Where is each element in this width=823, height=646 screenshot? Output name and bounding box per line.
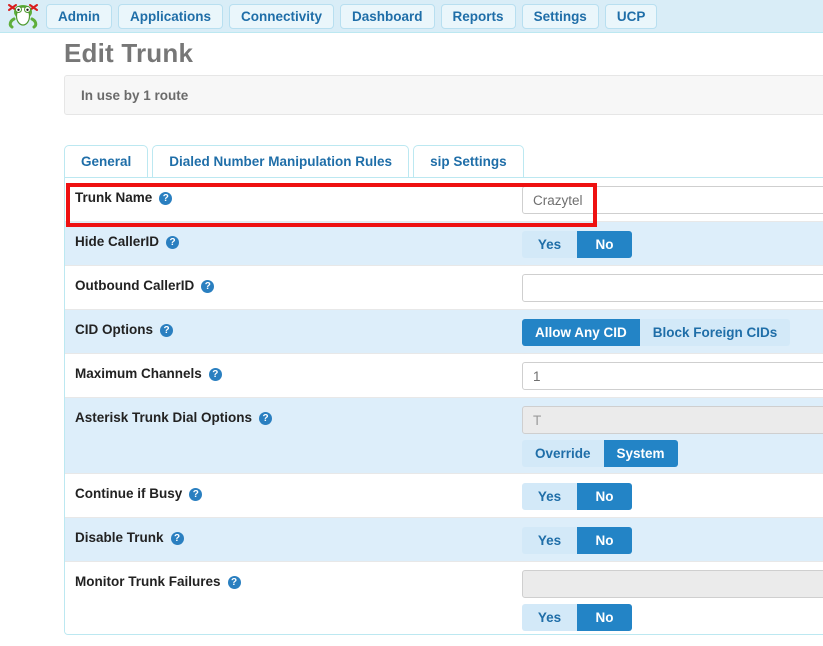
nav-item-label: Reports bbox=[453, 9, 504, 24]
outbound-callerid-row: Outbound CallerID ? bbox=[65, 266, 823, 310]
asterisk-trunk-dial-options-input bbox=[522, 406, 823, 434]
maximum-channels-label: Maximum Channels ? bbox=[75, 366, 222, 381]
help-circle-icon[interactable]: ? bbox=[259, 412, 272, 425]
tab-label: sip Settings bbox=[430, 154, 507, 169]
disable-trunk-yes-button[interactable]: Yes bbox=[522, 527, 577, 554]
disable-trunk-row: Disable Trunk ? Yes No bbox=[65, 518, 823, 562]
maximum-channels-row: Maximum Channels ? bbox=[65, 354, 823, 398]
disable-trunk-label: Disable Trunk ? bbox=[75, 530, 184, 545]
dial-options-system-button[interactable]: System bbox=[604, 440, 678, 467]
maximum-channels-input[interactable] bbox=[522, 362, 823, 390]
nav-item-label: Connectivity bbox=[241, 9, 322, 24]
hide-callerid-no-button[interactable]: No bbox=[577, 231, 632, 258]
monitor-trunk-failures-label: Monitor Trunk Failures ? bbox=[75, 574, 241, 589]
nav-item-settings[interactable]: Settings bbox=[522, 4, 599, 29]
trunk-name-input[interactable] bbox=[522, 186, 823, 214]
nav-item-label: Admin bbox=[58, 9, 100, 24]
nav-item-label: Applications bbox=[130, 9, 211, 24]
help-circle-icon[interactable]: ? bbox=[159, 192, 172, 205]
nav-item-admin[interactable]: Admin bbox=[46, 4, 112, 29]
monitor-trunk-failures-row: Monitor Trunk Failures ? Yes No bbox=[65, 562, 823, 635]
general-settings-form: Trunk Name ? Hide CallerID ? Yes No Outb… bbox=[64, 177, 823, 635]
continue-if-busy-yes-button[interactable]: Yes bbox=[522, 483, 577, 510]
freepbx-frog-logo-icon[interactable] bbox=[6, 2, 40, 30]
dial-options-override-button[interactable]: Override bbox=[522, 440, 604, 467]
hide-callerid-label: Hide CallerID ? bbox=[75, 234, 179, 249]
cid-options-label: CID Options ? bbox=[75, 322, 173, 337]
asterisk-trunk-dial-options-toggle: Override System bbox=[522, 440, 678, 467]
hide-callerid-row: Hide CallerID ? Yes No bbox=[65, 222, 823, 266]
nav-item-ucp[interactable]: UCP bbox=[605, 4, 658, 29]
monitor-trunk-failures-no-button[interactable]: No bbox=[577, 604, 632, 631]
tab-dialed-number-manipulation-rules[interactable]: Dialed Number Manipulation Rules bbox=[152, 145, 409, 177]
nav-item-label: UCP bbox=[617, 9, 646, 24]
help-circle-icon[interactable]: ? bbox=[166, 236, 179, 249]
monitor-trunk-failures-input bbox=[522, 570, 823, 598]
outbound-callerid-label: Outbound CallerID ? bbox=[75, 278, 214, 293]
continue-if-busy-row: Continue if Busy ? Yes No bbox=[65, 474, 823, 518]
hide-callerid-yes-button[interactable]: Yes bbox=[522, 231, 577, 258]
continue-if-busy-no-button[interactable]: No bbox=[577, 483, 632, 510]
tab-label: Dialed Number Manipulation Rules bbox=[169, 154, 392, 169]
tab-general[interactable]: General bbox=[64, 145, 148, 177]
cid-options-allow-any-cid-button[interactable]: Allow Any CID bbox=[522, 319, 640, 346]
help-circle-icon[interactable]: ? bbox=[228, 576, 241, 589]
tab-label: General bbox=[81, 154, 131, 169]
nav-item-label: Dashboard bbox=[352, 9, 423, 24]
hide-callerid-toggle: Yes No bbox=[522, 231, 632, 258]
page-title: Edit Trunk bbox=[64, 38, 193, 69]
help-circle-icon[interactable]: ? bbox=[160, 324, 173, 337]
asterisk-trunk-dial-options-label: Asterisk Trunk Dial Options ? bbox=[75, 410, 272, 425]
cid-options-toggle: Allow Any CID Block Foreign CIDs bbox=[522, 319, 790, 346]
tab-sip-settings[interactable]: sip Settings bbox=[413, 145, 524, 177]
nav-item-reports[interactable]: Reports bbox=[441, 4, 516, 29]
disable-trunk-no-button[interactable]: No bbox=[577, 527, 632, 554]
help-circle-icon[interactable]: ? bbox=[189, 488, 202, 501]
help-circle-icon[interactable]: ? bbox=[201, 280, 214, 293]
help-circle-icon[interactable]: ? bbox=[209, 368, 222, 381]
asterisk-trunk-dial-options-row: Asterisk Trunk Dial Options ? Override S… bbox=[65, 398, 823, 474]
nav-item-dashboard[interactable]: Dashboard bbox=[340, 4, 435, 29]
continue-if-busy-label: Continue if Busy ? bbox=[75, 486, 202, 501]
in-use-text: In use by 1 route bbox=[81, 88, 188, 103]
disable-trunk-toggle: Yes No bbox=[522, 527, 632, 554]
trunk-name-row: Trunk Name ? bbox=[65, 178, 823, 222]
monitor-trunk-failures-toggle: Yes No bbox=[522, 604, 632, 631]
nav-item-connectivity[interactable]: Connectivity bbox=[229, 4, 334, 29]
tab-bar: General Dialed Number Manipulation Rules… bbox=[64, 145, 823, 177]
monitor-trunk-failures-yes-button[interactable]: Yes bbox=[522, 604, 577, 631]
trunk-name-label: Trunk Name ? bbox=[75, 190, 172, 205]
cid-options-block-foreign-cids-button[interactable]: Block Foreign CIDs bbox=[640, 319, 791, 346]
top-navigation-bar: Admin Applications Connectivity Dashboar… bbox=[0, 0, 823, 33]
continue-if-busy-toggle: Yes No bbox=[522, 483, 632, 510]
nav-item-applications[interactable]: Applications bbox=[118, 4, 223, 29]
cid-options-row: CID Options ? Allow Any CID Block Foreig… bbox=[65, 310, 823, 354]
in-use-info-panel: In use by 1 route bbox=[64, 75, 823, 115]
outbound-callerid-input[interactable] bbox=[522, 274, 823, 302]
nav-item-label: Settings bbox=[534, 9, 587, 24]
help-circle-icon[interactable]: ? bbox=[171, 532, 184, 545]
